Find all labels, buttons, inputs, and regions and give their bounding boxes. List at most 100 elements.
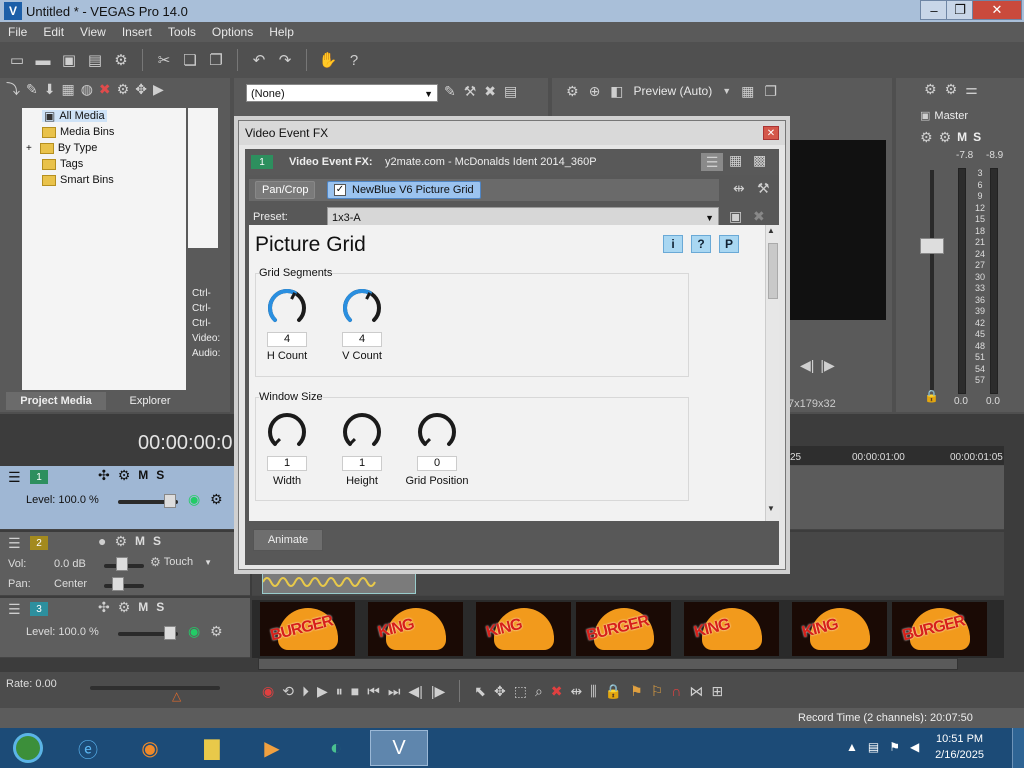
taskbar-firefox[interactable]: ◉ <box>124 730 176 766</box>
collapse-icon[interactable]: ☰ <box>8 536 21 550</box>
menu-view[interactable]: View <box>72 25 114 39</box>
collapse-icon[interactable]: ☰ <box>8 602 21 616</box>
menu-edit[interactable]: Edit <box>35 25 72 39</box>
split-icon[interactable]: ✥ <box>135 82 147 96</box>
cut-icon[interactable]: ✂ <box>153 49 175 71</box>
view-list-icon[interactable]: ☰ <box>701 153 723 171</box>
copy-snapshot-icon[interactable]: ❐ <box>764 84 777 98</box>
fx-icon[interactable]: ⚙ <box>118 468 131 482</box>
next-frame-icon[interactable]: |▶ <box>820 358 834 372</box>
level-slider-thumb[interactable] <box>164 494 176 508</box>
dialog-title-bar[interactable]: Video Event FX <box>239 121 785 145</box>
delete-icon[interactable]: ✖ <box>551 684 563 698</box>
taskbar-clock[interactable]: 10:51 PM 2/16/2025 <box>935 731 984 763</box>
auto-crossfade-icon[interactable]: ⋈ <box>689 684 703 698</box>
v-count-value[interactable]: 4 <box>342 332 382 347</box>
go-to-end-icon[interactable]: ⏭ <box>388 684 401 698</box>
view-grid-icon[interactable]: ▦ <box>729 153 742 167</box>
expand-icon[interactable]: + <box>26 143 32 154</box>
tab-project-media[interactable]: Project Media <box>6 392 106 410</box>
redo-icon[interactable]: ↷ <box>274 49 296 71</box>
import-media-icon[interactable]: ⤵ <box>6 82 20 96</box>
solo-button[interactable]: S <box>156 600 164 614</box>
mute-button[interactable]: M <box>138 468 148 482</box>
volume-icon[interactable]: ◀ <box>910 740 919 754</box>
record-icon[interactable]: ◉ <box>262 684 274 698</box>
tree-item-smart-bins[interactable]: Smart Bins <box>42 174 114 186</box>
gear-icon[interactable]: ⚙ <box>210 624 223 638</box>
fx-enable-checkbox[interactable]: ✓ <box>334 184 346 196</box>
properties-icon[interactable]: ▤ <box>504 84 517 98</box>
animate-button[interactable]: Animate <box>253 529 323 551</box>
tab-explorer[interactable]: Explorer <box>110 392 190 410</box>
mute-button[interactable]: M <box>957 130 967 144</box>
track-header-1[interactable]: 1 ☰ ✣ ⚙ M S Level: 100.0 % ◉ ⚙ <box>0 466 250 530</box>
media-fx-icon[interactable]: ▦ <box>61 82 74 96</box>
undo-icon[interactable]: ↶ <box>248 49 270 71</box>
tree-item-media-bins[interactable]: Media Bins <box>42 126 114 138</box>
compositing-icon[interactable]: ◉ <box>188 492 200 506</box>
get-media-icon[interactable]: ⬇ <box>44 82 56 96</box>
remove-icon[interactable]: ✖ <box>99 82 111 96</box>
tree-item-by-type[interactable]: + By Type <box>26 142 97 154</box>
next-frame-icon[interactable]: |▶ <box>431 684 445 698</box>
info-button[interactable]: i <box>663 235 683 253</box>
chain-pan-crop[interactable]: Pan/Crop <box>255 181 316 199</box>
fx-icon[interactable]: ⚙ <box>114 534 127 548</box>
overlay-icon[interactable]: ◧ <box>610 84 623 98</box>
menu-options[interactable]: Options <box>204 25 261 39</box>
timeline-ruler[interactable]: 25 00:00:01:00 00:00:01:05 <box>786 446 1004 466</box>
plugin-icon[interactable]: ⚒ <box>464 84 477 98</box>
settings-icon[interactable]: ⚙ <box>117 82 130 96</box>
web-icon[interactable]: ◍ <box>81 82 93 96</box>
taskbar-file-explorer[interactable]: ▇ <box>186 730 238 766</box>
close-button[interactable]: ✕ <box>972 0 1022 20</box>
composite-icon[interactable]: ✣ <box>98 600 110 614</box>
width-knob[interactable] <box>266 411 308 453</box>
capture-icon[interactable]: ✎ <box>26 82 38 96</box>
network-icon[interactable]: ▤ <box>868 740 879 754</box>
lock-icon[interactable]: 🔒 <box>605 684 622 698</box>
prev-frame-icon[interactable]: ◀| <box>408 684 422 698</box>
minimize-button[interactable]: – <box>920 0 948 20</box>
mute-button[interactable]: M <box>135 534 145 548</box>
render-icon[interactable]: ✋ <box>317 49 339 71</box>
audio-clip[interactable] <box>262 570 416 594</box>
stop-icon[interactable]: ■ <box>351 684 359 698</box>
chain-move-icon[interactable]: ⇹ <box>733 181 745 195</box>
lock-icon[interactable]: 🔒 <box>924 390 939 402</box>
trim-icon[interactable]: ⇹ <box>571 684 583 698</box>
save-preset-icon[interactable]: ▣ <box>729 209 742 223</box>
selection-tool-icon[interactable]: ⬚ <box>514 684 527 698</box>
composite-icon[interactable]: ✣ <box>98 468 110 482</box>
action-center-icon[interactable]: ⚑ <box>889 740 900 754</box>
solo-button[interactable]: S <box>156 468 164 482</box>
menu-help[interactable]: Help <box>261 25 302 39</box>
gear-icon[interactable]: ⚙ <box>210 492 223 506</box>
h-count-value[interactable]: 4 <box>267 332 307 347</box>
taskbar-internet-explorer[interactable]: ⓔ <box>62 730 114 766</box>
play-from-start-icon[interactable]: ⏵ <box>302 684 309 698</box>
zoom-tool-icon[interactable]: ⌕ <box>535 684 543 698</box>
preview-settings-icon[interactable]: ⚙ <box>566 84 579 98</box>
presets-button[interactable]: P <box>719 235 739 253</box>
normal-edit-tool-icon[interactable]: ⬉ <box>474 684 486 698</box>
height-knob[interactable] <box>341 411 383 453</box>
snap-icon[interactable]: ∩ <box>671 684 681 698</box>
pause-icon[interactable]: ⏸ <box>336 684 343 698</box>
maximize-button[interactable]: ❐ <box>946 0 974 20</box>
scroll-down-icon[interactable]: ▼ <box>767 505 775 513</box>
plugin-chooser-icon[interactable]: ⚒ <box>757 181 770 195</box>
fx-icon[interactable]: ⚙ <box>939 130 952 144</box>
fx-icon[interactable]: ⚙ <box>945 82 958 96</box>
help-button[interactable]: ? <box>691 235 711 253</box>
view-tiles-icon[interactable]: ▩ <box>753 153 766 167</box>
mixer-icon[interactable]: ⚌ <box>965 82 978 96</box>
tree-item-all-media[interactable]: ▣ All Media <box>42 110 107 122</box>
mute-button[interactable]: M <box>138 600 148 614</box>
track-header-2[interactable]: 2 ☰ ● ⚙ M S Vol: 0.0 dB ⚙ Touch ▼ Pan: Cen… <box>0 532 250 596</box>
chain-newblue-picture-grid[interactable]: ✓ NewBlue V6 Picture Grid <box>327 181 481 199</box>
scroll-up-icon[interactable]: ▲ <box>767 227 775 235</box>
timeline-scrollbar[interactable] <box>258 658 958 670</box>
show-desktop-button[interactable] <box>1012 728 1024 768</box>
